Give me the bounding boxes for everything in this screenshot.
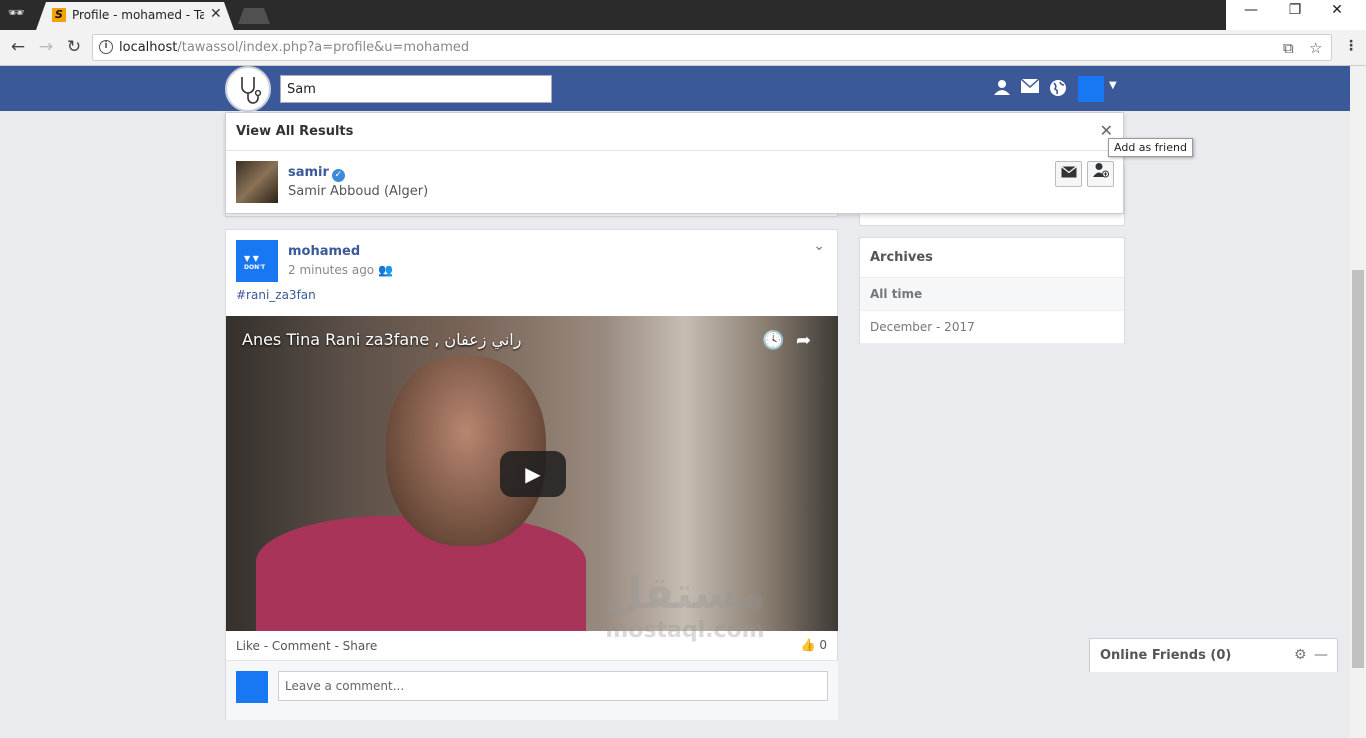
post-actions[interactable]: Like - Comment - Share [236,639,377,653]
video-title[interactable]: Anes Tina Rani za3fane , راني زعفان [242,330,521,349]
add-friend-button[interactable] [1087,161,1114,187]
add-friend-tooltip: Add as friend [1108,138,1193,157]
play-button[interactable]: ▶ [500,451,566,497]
thumbs-up-icon: 👍 [800,638,816,652]
avatar-text: DON'T [244,264,266,271]
result-subtitle: Samir Abboud (Alger) [288,184,429,199]
back-arrow-icon[interactable]: ← [8,37,28,57]
browser-toolbar: ← → ↻ i localhost/tawassol/index.php?a=p… [0,30,1366,66]
comment-input[interactable] [278,671,828,701]
tab-close-icon[interactable]: ✕ [210,6,222,22]
post-options-chevron-icon[interactable]: ⌄ [813,238,825,254]
page-scrollbar[interactable] [1350,66,1366,738]
browser-menu-icon[interactable]: ⋮ [1344,38,1358,54]
view-all-results-link[interactable]: View All Results [236,124,353,139]
watch-later-clock-icon[interactable]: 🕓 [762,330,784,351]
reload-icon[interactable]: ↻ [64,37,84,57]
post-hashtag[interactable]: #rani_za3fan [236,288,316,302]
friends-privacy-icon: 👥 [377,263,393,277]
archive-item-all-time[interactable]: All time [860,278,1124,311]
comment-user-avatar [236,671,268,703]
online-friends-label: Online Friends (0) [1100,648,1232,663]
search-input[interactable] [280,75,552,103]
post-card: ▼ ▼ DON'T mohamed 2 minutes ago 👥 ⌄ #ran… [225,229,838,720]
gear-icon[interactable]: ⚙ [1294,647,1307,663]
new-tab-button[interactable] [238,8,270,24]
tab-title: Profile - mohamed - Tawassol [72,8,204,22]
send-message-button[interactable] [1055,161,1082,187]
stethoscope-icon [241,77,262,104]
results-header: View All Results ✕ [226,113,1123,151]
friend-requests-icon[interactable] [992,79,1012,99]
envelope-icon [1060,166,1077,178]
url-text: localhost/tawassol/index.php?a=profile&u… [119,40,470,55]
browser-titlebar: 🕶 S Profile - mohamed - Tawassol ✕ ✕ — ❐ [0,0,1366,30]
forward-arrow-icon[interactable]: → [36,37,56,57]
online-friends-bar[interactable]: Online Friends (0) ⚙ — [1089,638,1338,672]
incognito-icon: 🕶 [7,6,25,21]
search-result-item[interactable]: samir ✓ Samir Abboud (Alger) [226,151,1123,213]
bookmark-star-icon[interactable]: ☆ [1309,39,1322,57]
browser-tab[interactable]: S Profile - mohamed - Tawassol ✕ [36,2,234,30]
archive-item-december-2017[interactable]: December - 2017 [860,311,1124,344]
watermark: مستقل mostaql.com [600,568,770,644]
add-user-icon [1092,163,1109,178]
site-header: ▼ [0,66,1350,112]
site-logo[interactable] [225,66,271,112]
minimize-window-icon[interactable]: — [1236,2,1266,22]
close-window-icon[interactable]: ✕ [1322,2,1352,22]
result-name[interactable]: samir ✓ [288,165,345,182]
post-time[interactable]: 2 minutes ago 👥 [288,263,393,277]
like-counter[interactable]: 👍 0 [801,638,827,652]
address-bar[interactable]: i localhost/tawassol/index.php?a=profile… [92,34,1332,61]
restore-window-icon[interactable]: ❐ [1280,2,1310,22]
minimize-chat-icon[interactable]: — [1314,647,1328,663]
comment-bar [226,660,838,720]
window-controls: ✕ — ❐ [1226,0,1366,30]
search-results-dropdown: View All Results ✕ samir ✓ Samir Abboud (… [225,112,1124,214]
post-author-name[interactable]: mohamed [288,244,360,259]
result-avatar[interactable] [236,161,278,203]
site-info-icon[interactable]: i [99,40,113,54]
scrollbar-thumb[interactable] [1352,270,1364,668]
post-author-avatar[interactable]: ▼ ▼ DON'T [236,240,278,282]
chevron-down-icon[interactable]: ▼ [1109,80,1117,91]
user-avatar[interactable] [1078,76,1104,102]
watermark-arabic: مستقل [604,568,766,619]
messages-icon[interactable] [1020,78,1040,99]
translate-icon[interactable]: ⧉ [1283,39,1294,57]
archives-title: Archives [860,238,1124,278]
share-arrow-icon[interactable]: ➦ [796,330,811,351]
site-favicon-icon: S [52,8,66,22]
verified-badge-icon: ✓ [331,169,345,182]
avatar-eyes-icon: ▼ ▼ [244,254,259,263]
notifications-globe-icon[interactable] [1048,79,1068,99]
watermark-latin: mostaql.com [605,618,765,643]
archives-widget: Archives All time December - 2017 [859,237,1125,344]
